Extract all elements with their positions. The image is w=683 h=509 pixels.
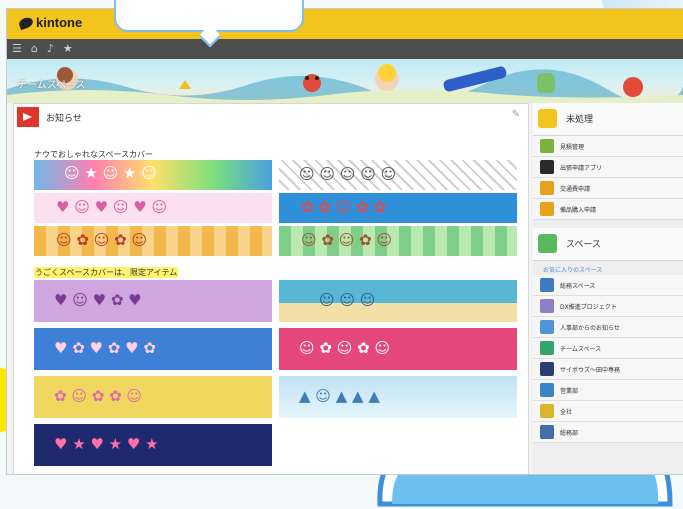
- todo-item[interactable]: 備品購入申請: [533, 199, 683, 220]
- space-item[interactable]: 人事部からのお知らせ: [533, 317, 683, 338]
- notice-flag-icon: [17, 107, 39, 127]
- top-header: kintone: [7, 9, 683, 39]
- app-icon: [540, 202, 554, 216]
- space-item[interactable]: 総務スペース: [533, 275, 683, 296]
- app-icon: [540, 160, 554, 174]
- speech-bubble-decoration: [114, 0, 304, 32]
- space-icon: [540, 299, 554, 313]
- cover-thumbnail-10[interactable]: ☺ ✿ ☺ ✿ ☺: [279, 328, 517, 370]
- space-item-label: サイボウズ〜田中専務: [560, 367, 621, 374]
- cover-thumbnail-13[interactable]: ♥ ★ ♥ ★ ♥ ★: [34, 424, 272, 466]
- space-icon: [540, 383, 554, 397]
- caption-space-covers: ナウでおしゃれなスペースカバー: [34, 150, 154, 159]
- todo-item[interactable]: 交通費申請: [533, 178, 683, 199]
- space-title: スペース: [566, 240, 601, 250]
- brand-name: kintone: [36, 15, 83, 30]
- space-item-label: 総務スペース: [560, 283, 596, 290]
- edit-icon[interactable]: ✎: [512, 109, 520, 120]
- app-icon: [540, 181, 554, 195]
- todo-item-label: 出張申請アプリ: [560, 165, 603, 172]
- kintone-window: kintone ☰ ⌂ ♪ ★ チームスペース お知らせ ✎ ナウでおしゃれなス…: [6, 8, 683, 475]
- space-icon: [540, 278, 554, 292]
- lightbulb-icon: [538, 109, 557, 128]
- favorite-spaces-label: お気に入りのスペース: [543, 267, 603, 274]
- kintone-logo[interactable]: kintone: [17, 15, 83, 30]
- space-icon: [540, 404, 554, 418]
- cover-thumbnail-4[interactable]: ✿ ✿ ☺ ✿ ✿: [279, 193, 517, 223]
- space-icon: [540, 320, 554, 334]
- space-icon: [540, 425, 554, 439]
- cover-thumbnail-5[interactable]: ☺ ✿ ☺ ✿ ☺: [34, 226, 272, 256]
- cover-thumbnail-2[interactable]: ☺ ☺ ☺ ☺ ☺: [279, 160, 517, 190]
- cover-thumbnail-3[interactable]: ♥ ☺ ♥ ☺ ♥ ☺: [34, 193, 272, 223]
- space-item[interactable]: 営業部: [533, 380, 683, 401]
- space-item-label: 営業部: [560, 388, 579, 395]
- todo-item-label: 備品購入申請: [560, 207, 597, 214]
- bell-icon[interactable]: ♪: [47, 43, 54, 55]
- todo-item[interactable]: 出張申請アプリ: [533, 157, 683, 178]
- space-item-label: チームスペース: [560, 346, 602, 353]
- space-header: スペース: [533, 228, 683, 261]
- space-item-label: 総務部: [560, 430, 579, 437]
- caption-animated-covers: うごくスペースカバーは、限定アイテム: [34, 267, 179, 278]
- todo-title: 未処理: [566, 115, 594, 125]
- space-item-label: 人事部からのお知らせ: [560, 325, 620, 332]
- notice-header: お知らせ ✎: [14, 104, 528, 130]
- logo-icon: [17, 15, 35, 30]
- todo-item-label: 見積管理: [560, 144, 585, 151]
- notice-title: お知らせ: [46, 114, 82, 124]
- speech-bubble-icon: [538, 234, 557, 253]
- todo-item[interactable]: 見積管理: [533, 136, 683, 157]
- todo-item-label: 交通費申請: [560, 186, 591, 193]
- todo-header: 未処理: [533, 103, 683, 136]
- notice-panel: お知らせ ✎ ナウでおしゃれなスペースカバー ☺ ★ ☺ ★ ☺ ☺ ☺ ☺ ☺…: [13, 103, 529, 474]
- app-icon: [540, 139, 554, 153]
- menu-icon[interactable]: ☰: [12, 43, 22, 55]
- cover-thumbnail-8[interactable]: ☺ ☺ ☺: [279, 280, 517, 322]
- space-item-label: 全社: [560, 409, 573, 416]
- cover-thumbnail-12[interactable]: ▲ ☺ ▲ ▲ ▲: [279, 376, 517, 418]
- space-item-label: DX推進プロジェクト: [560, 304, 617, 311]
- cover-thumbnail-11[interactable]: ✿ ☺ ✿ ✿ ☺: [34, 376, 272, 418]
- sidebar: 未処理 見積管理 出張申請アプリ 交通費申請 備品購入申請 スペース お気に入り…: [533, 103, 683, 474]
- cover-thumbnail-7[interactable]: ♥ ☺ ♥ ✿ ♥: [34, 280, 272, 322]
- cover-thumbnail-6[interactable]: ☺ ✿ ☺ ✿ ☺: [279, 226, 517, 256]
- banner-illustration: [7, 64, 683, 103]
- cover-thumbnail-1[interactable]: ☺ ★ ☺ ★ ☺: [34, 160, 272, 190]
- space-item[interactable]: 総務部: [533, 422, 683, 443]
- home-icon[interactable]: ⌂: [31, 43, 38, 55]
- space-name-label: チームスペース: [17, 80, 86, 91]
- space-cover-banner: チームスペース: [7, 59, 683, 103]
- space-icon: [540, 362, 554, 376]
- cover-thumbnail-9[interactable]: ♥ ✿ ♥ ✿ ♥ ✿: [34, 328, 272, 370]
- star-icon[interactable]: ★: [63, 43, 73, 55]
- space-item[interactable]: 全社: [533, 401, 683, 422]
- space-item[interactable]: サイボウズ〜田中専務: [533, 359, 683, 380]
- space-item[interactable]: DX推進プロジェクト: [533, 296, 683, 317]
- nav-bar: ☰ ⌂ ♪ ★: [7, 39, 683, 59]
- space-icon: [540, 341, 554, 355]
- space-item[interactable]: チームスペース: [533, 338, 683, 359]
